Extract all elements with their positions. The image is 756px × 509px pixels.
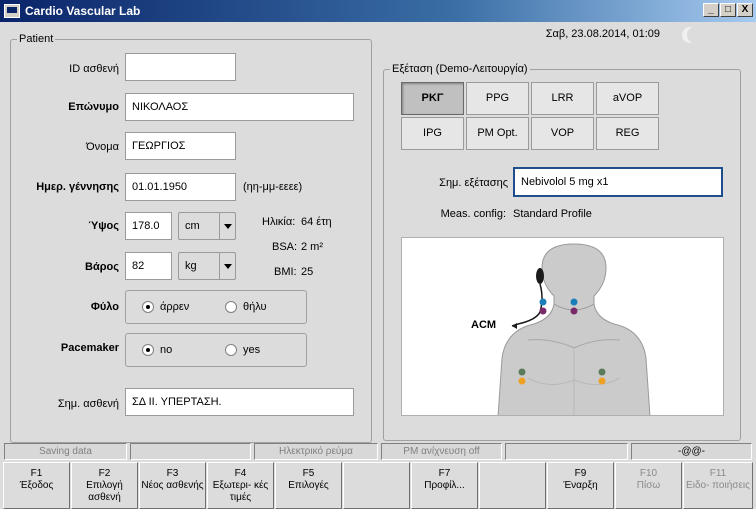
tab-vop[interactable]: VOP: [531, 117, 594, 150]
sex-female-radio[interactable]: θήλυ: [225, 301, 267, 313]
f11-notifications-button[interactable]: F11 Ειδο- ποιήσεις: [683, 462, 753, 509]
height-unit-value: cm: [185, 220, 200, 232]
firstname-label: Όνομα: [86, 141, 119, 153]
torso-illustration: [497, 243, 651, 415]
bmi-label: BMI:: [274, 266, 297, 278]
dob-label: Ημερ. γέννησης: [36, 181, 119, 193]
tab-ppg[interactable]: PPG: [466, 82, 529, 115]
radio-selected-icon: [142, 301, 154, 313]
sex-male-radio[interactable]: άρρεν: [142, 301, 189, 313]
f7-profile-button[interactable]: F7 Προφίλ...: [411, 462, 478, 509]
bsa-label: BSA:: [272, 241, 298, 253]
moon-icon: [682, 27, 701, 43]
window-titlebar[interactable]: Cardio Vascular Lab _ □ X: [0, 0, 756, 22]
radio-selected-icon: [142, 344, 154, 356]
f9-start-button[interactable]: F9 Έναρξη: [547, 462, 614, 509]
patient-legend: Patient: [19, 33, 54, 45]
firstname-input[interactable]: ΓΕΩΡΓΙΟΣ: [125, 132, 236, 160]
pacemaker-label: Pacemaker: [60, 342, 119, 354]
weight-label: Βάρος: [85, 261, 119, 273]
pacemaker-yes-radio[interactable]: yes: [225, 344, 260, 356]
chevron-down-icon: [219, 213, 235, 239]
pacemaker-no-label: no: [160, 344, 173, 356]
acm-label: ACM: [471, 319, 497, 331]
radio-empty-icon: [225, 301, 237, 313]
minimize-button[interactable]: _: [703, 3, 719, 17]
surname-input[interactable]: ΝΙΚΟΛΑΟΣ: [125, 93, 354, 121]
tab-rkg[interactable]: ΡΚΓ: [401, 82, 464, 115]
exam-note-input[interactable]: Nebivolol 5 mg x1: [513, 167, 723, 197]
window-title: Cardio Vascular Lab: [25, 4, 141, 18]
meas-config-value: Standard Profile: [513, 208, 592, 220]
f1-exit-button[interactable]: F1 Έξοδος: [3, 462, 70, 509]
status-empty-2: [505, 443, 628, 460]
maximize-button[interactable]: □: [720, 3, 736, 17]
status-pm-detection: PM ανίχνευση off: [381, 443, 502, 460]
pacemaker-radio-group: no yes: [125, 333, 307, 367]
function-key-bar: F1 Έξοδος F2 Επιλογή ασθενή F3 Νέος ασθενής…: [0, 462, 756, 509]
tab-lrr[interactable]: LRR: [531, 82, 594, 115]
patient-id-label: ID ασθενή: [69, 63, 119, 75]
sex-label: Φύλο: [90, 301, 119, 313]
sex-female-label: θήλυ: [243, 301, 267, 313]
bmi-value: 25: [301, 266, 314, 278]
f10-back-button[interactable]: F10 Πίσω: [615, 462, 682, 509]
f5-options-button[interactable]: F5 Επιλογές: [275, 462, 342, 509]
dob-format-hint: (ηη-μμ-εεεε): [243, 181, 303, 193]
datetime-display: Σαβ, 23.08.2014, 01:09: [545, 28, 660, 40]
status-connection: -@@-: [631, 443, 752, 460]
weight-input[interactable]: 82: [125, 252, 172, 280]
patient-note-label: Σημ. ασθενή: [57, 398, 119, 410]
patient-note-input[interactable]: ΣΔ ΙΙ. ΥΠΕΡΤΑΣΗ.: [125, 388, 354, 416]
dob-input[interactable]: 01.01.1950: [125, 173, 236, 201]
age-value: 64 έτη: [301, 216, 332, 228]
f8-empty-button[interactable]: [479, 462, 546, 509]
age-label: Ηλικία:: [262, 216, 296, 228]
bsa-value: 2 m²: [301, 241, 323, 253]
patient-id-input[interactable]: [125, 53, 236, 81]
height-label: Ύψος: [88, 220, 119, 232]
f4-external-values-button[interactable]: F4 Εξωτερι- κές τιμές: [207, 462, 274, 509]
weight-unit-select[interactable]: kg: [178, 252, 236, 280]
height-unit-select[interactable]: cm: [178, 212, 236, 240]
height-input[interactable]: 178.0: [125, 212, 172, 240]
tab-reg[interactable]: REG: [596, 117, 659, 150]
app-monitor-icon: [4, 4, 20, 18]
close-button[interactable]: X: [737, 3, 753, 17]
main-client-area: Σαβ, 23.08.2014, 01:09 Patient ID ασθενή…: [0, 22, 756, 509]
tab-avop[interactable]: aVOP: [596, 82, 659, 115]
chevron-down-icon: [219, 253, 235, 279]
status-empty-1: [130, 443, 251, 460]
f6-empty-button[interactable]: [343, 462, 410, 509]
meas-config-label: Meas. config:: [440, 208, 506, 220]
sex-male-label: άρρεν: [160, 301, 190, 313]
f2-select-patient-button[interactable]: F2 Επιλογή ασθενή: [71, 462, 138, 509]
status-bar: Saving data Ηλεκτρικό ρεύμα PM ανίχνευση…: [0, 443, 756, 461]
surname-label: Επώνυμο: [68, 101, 119, 113]
exam-note-label: Σημ. εξέτασης: [439, 177, 508, 189]
electrode-placement-diagram: ACM: [401, 237, 724, 416]
status-power: Ηλεκτρικό ρεύμα: [254, 443, 378, 460]
pacemaker-no-radio[interactable]: no: [142, 344, 172, 356]
exam-legend: Εξέταση (Demo-Λειτουργία): [392, 63, 528, 75]
radio-empty-icon: [225, 344, 237, 356]
pacemaker-yes-label: yes: [243, 344, 261, 356]
f3-new-patient-button[interactable]: F3 Νέος ασθενής: [139, 462, 206, 509]
weight-unit-value: kg: [185, 260, 197, 272]
tab-ipg[interactable]: IPG: [401, 117, 464, 150]
sex-radio-group: άρρεν θήλυ: [125, 290, 307, 324]
tab-pm-opt[interactable]: PM Opt.: [466, 117, 529, 150]
status-saving-data: Saving data: [4, 443, 127, 460]
